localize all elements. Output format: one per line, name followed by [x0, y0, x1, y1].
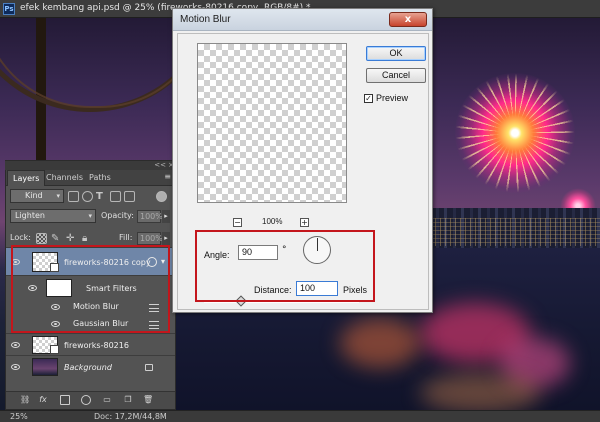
chevron-down-icon: ▾ — [56, 192, 60, 200]
smart-object-badge-icon — [50, 345, 59, 354]
visibility-eye-icon[interactable] — [11, 364, 20, 370]
delete-layer-icon[interactable]: 🗑︎ — [143, 395, 153, 405]
lock-icon — [145, 364, 153, 371]
cancel-button[interactable]: Cancel — [366, 68, 426, 83]
adjustment-layer-icon[interactable] — [81, 395, 91, 405]
chevron-down-icon: ▾ — [88, 212, 92, 220]
lock-label: Lock: — [10, 233, 31, 242]
blurred-reflection — [340, 318, 420, 368]
type-filter-icon[interactable]: T — [96, 191, 107, 202]
blend-mode-select[interactable]: Lighten ▾ — [10, 209, 96, 223]
panel-tabs: Layers Channels Paths ≡ — [6, 170, 175, 186]
zoom-out-button[interactable]: − — [233, 218, 242, 227]
layer-name[interactable]: Background — [64, 363, 112, 372]
layers-panel-footer: ⛓︎ fx ▭ ❐ 🗑︎ — [6, 391, 175, 409]
blend-mode-row: Lighten ▾ Opacity: 100% ▸ — [6, 209, 175, 225]
lock-position-icon[interactable]: ✛ — [66, 233, 77, 244]
shape-filter-icon[interactable] — [110, 191, 121, 202]
preview-zoom-level: 100% — [262, 217, 283, 226]
photoshop-icon: Ps — [3, 3, 15, 15]
tab-layers[interactable]: Layers — [7, 170, 46, 186]
firework-sparks — [455, 73, 575, 193]
close-button[interactable]: x — [389, 12, 427, 27]
document-size: Doc: 17,2M/44,8M — [94, 412, 167, 421]
visibility-eye-icon[interactable] — [11, 342, 20, 348]
filter-kind-select[interactable]: Kind ▾ — [10, 189, 64, 203]
layer-row-background[interactable]: Background — [6, 355, 175, 377]
panel-header: << × — [5, 161, 176, 170]
blurred-reflection — [420, 373, 540, 410]
zoom-readout[interactable]: 25% — [10, 411, 28, 422]
new-layer-icon[interactable]: ❐ — [123, 395, 133, 405]
zoom-in-button[interactable]: + — [300, 218, 309, 227]
fill-input[interactable]: 100% — [137, 232, 163, 245]
pixel-filter-icon[interactable] — [68, 191, 79, 202]
new-group-icon[interactable]: ▭ — [102, 395, 112, 405]
annotation-highlight-dialog — [195, 230, 375, 302]
opacity-dropdown-icon[interactable]: ▸ — [162, 210, 170, 223]
layer-filter-row: Kind ▾ T — [6, 189, 175, 205]
dialog-titlebar[interactable]: Motion Blur x — [173, 9, 432, 31]
fill-dropdown-icon[interactable]: ▸ — [162, 232, 170, 245]
lock-all-icon[interactable]: 🔒︎ — [82, 233, 93, 244]
lock-transparent-icon[interactable] — [36, 233, 47, 244]
opacity-input[interactable]: 100% — [137, 210, 163, 223]
layer-row-fireworks[interactable]: fireworks-80216 — [6, 333, 175, 355]
panel-menu-icon[interactable]: ≡ — [164, 172, 171, 181]
preview-checkbox[interactable]: ✓ — [364, 94, 373, 103]
filter-preview[interactable] — [197, 43, 347, 203]
add-mask-icon[interactable] — [60, 395, 70, 405]
tab-paths[interactable]: Paths — [84, 170, 116, 186]
ok-button[interactable]: OK — [366, 46, 426, 61]
smart-object-filter-icon[interactable] — [124, 191, 135, 202]
annotation-highlight-layers — [11, 245, 170, 333]
preview-label: Preview — [376, 93, 409, 103]
lock-image-icon[interactable]: ✎ — [51, 233, 62, 244]
blend-mode-label: Lighten — [15, 211, 45, 220]
tab-channels[interactable]: Channels — [41, 170, 88, 186]
status-bar: 25% Doc: 17,2M/44,8M — [0, 410, 600, 422]
filter-toggle-icon[interactable] — [156, 191, 167, 202]
link-layers-icon[interactable]: ⛓︎ — [20, 395, 30, 405]
adjustment-filter-icon[interactable] — [82, 191, 93, 202]
layer-thumbnail — [32, 358, 58, 376]
layer-style-fx-icon[interactable]: fx — [38, 395, 48, 405]
opacity-label: Opacity: — [101, 211, 134, 220]
layer-name[interactable]: fireworks-80216 — [64, 341, 129, 350]
city-lights — [430, 218, 600, 246]
dialog-title: Motion Blur — [180, 14, 231, 25]
filter-kind-label: Kind — [25, 191, 43, 200]
collapse-panel-icon[interactable]: << — [154, 161, 166, 170]
fill-label: Fill: — [119, 233, 133, 242]
